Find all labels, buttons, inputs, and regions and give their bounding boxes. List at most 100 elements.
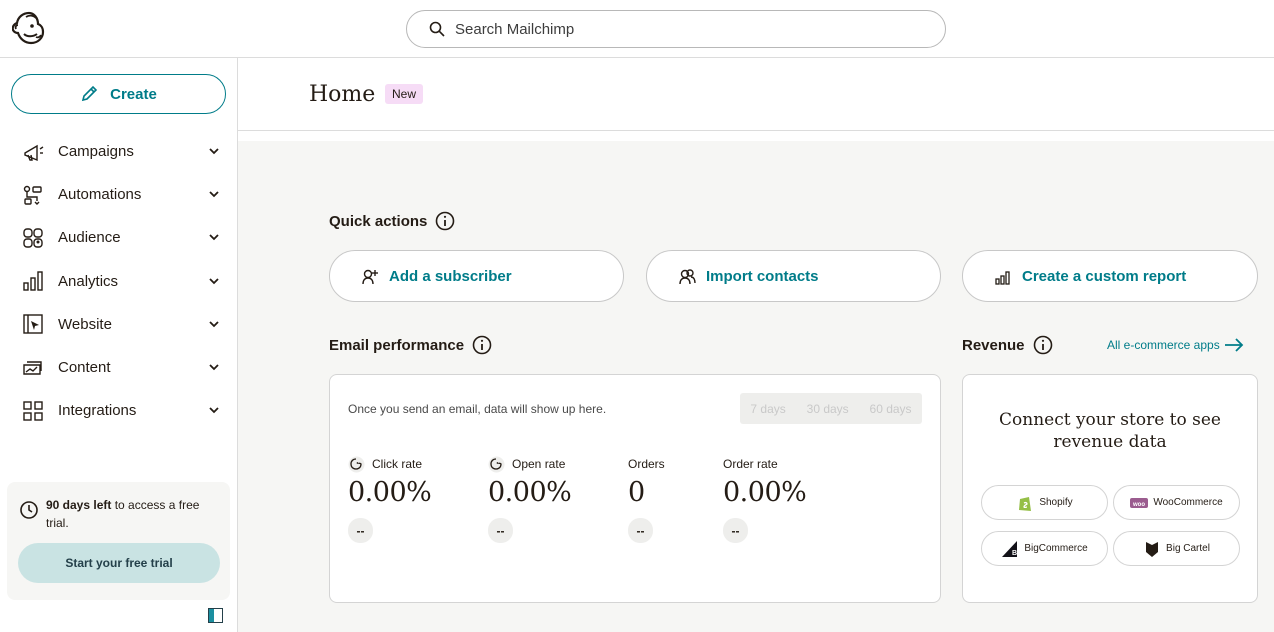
import-contacts-button[interactable]: Import contacts bbox=[646, 250, 941, 302]
sidebar-item-label: Content bbox=[58, 359, 111, 377]
search-icon bbox=[429, 21, 445, 37]
header-spacer bbox=[238, 132, 1274, 141]
chevron-down-icon[interactable] bbox=[208, 145, 220, 157]
add-subscriber-button[interactable]: Add a subscriber bbox=[329, 250, 624, 302]
trial-message: 90 days left to access a free trial. bbox=[46, 496, 221, 532]
store-label: WooCommerce bbox=[1153, 497, 1223, 508]
sidebar-item-label: Analytics bbox=[58, 272, 119, 290]
mailchimp-mark-icon bbox=[348, 456, 365, 472]
metric-label: Click rate bbox=[372, 457, 423, 471]
all-ecommerce-apps-label: All e-commerce apps bbox=[1107, 338, 1220, 352]
sidebar-item-label: Integrations bbox=[58, 402, 137, 420]
metric-change: -- bbox=[628, 518, 653, 543]
add-person-icon bbox=[362, 269, 378, 284]
bigcommerce-button[interactable]: B BigCommerce bbox=[981, 531, 1108, 566]
metric-change: -- bbox=[348, 518, 373, 543]
sidebar-item-audience[interactable]: Audience bbox=[0, 216, 237, 259]
pencil-icon bbox=[82, 85, 98, 102]
collapse-sidebar-icon[interactable] bbox=[208, 608, 223, 623]
clock-icon bbox=[20, 501, 38, 519]
create-custom-report-label: Create a custom report bbox=[1022, 267, 1187, 285]
trial-days-left: 90 days left bbox=[46, 498, 112, 512]
create-label: Create bbox=[110, 85, 157, 103]
grid-icon bbox=[22, 400, 44, 422]
bar-chart-icon bbox=[22, 270, 44, 292]
woocommerce-icon: woo bbox=[1130, 497, 1149, 508]
metric-value: 0.00% bbox=[348, 477, 432, 508]
mailchimp-logo-icon[interactable] bbox=[11, 11, 46, 47]
woocommerce-button[interactable]: woo WooCommerce bbox=[1113, 485, 1240, 520]
chevron-down-icon[interactable] bbox=[208, 361, 220, 373]
store-label: BigCommerce bbox=[1024, 543, 1088, 554]
trial-panel: 90 days left to access a free trial. Sta… bbox=[7, 482, 230, 600]
metric-change: -- bbox=[723, 518, 748, 543]
orders-metric: Orders 0 -- bbox=[628, 455, 665, 543]
big-cartel-icon bbox=[1146, 541, 1159, 557]
top-bar: Search Mailchimp bbox=[0, 0, 1274, 58]
create-button[interactable]: Create bbox=[11, 74, 226, 114]
sidebar-item-label: Audience bbox=[58, 229, 121, 247]
revenue-title: Revenue bbox=[962, 336, 1025, 354]
metric-value: 0.00% bbox=[723, 477, 807, 508]
range-60-days: 60 days bbox=[869, 401, 912, 416]
big-cartel-button[interactable]: Big Cartel bbox=[1113, 531, 1240, 566]
page-title: Home bbox=[309, 82, 376, 107]
click-rate-metric: Click rate 0.00% -- bbox=[348, 455, 432, 543]
arrow-right-icon bbox=[1224, 338, 1243, 352]
search-input[interactable]: Search Mailchimp bbox=[406, 10, 946, 48]
info-icon[interactable] bbox=[435, 211, 455, 231]
add-subscriber-label: Add a subscriber bbox=[389, 267, 512, 285]
connect-store-title: Connect your store to see revenue data bbox=[999, 410, 1221, 452]
page-header: Home New bbox=[238, 58, 1274, 131]
chevron-down-icon[interactable] bbox=[208, 275, 220, 287]
email-performance-card: Once you send an email, data will show u… bbox=[329, 374, 941, 603]
store-label: Big Cartel bbox=[1166, 543, 1210, 554]
date-range-selector: 7 days 30 days 60 days bbox=[740, 393, 922, 424]
metric-label: Order rate bbox=[723, 457, 778, 471]
quick-actions-heading: Quick actions bbox=[329, 211, 455, 231]
info-icon[interactable] bbox=[1033, 335, 1053, 355]
sidebar-item-campaigns[interactable]: Campaigns bbox=[0, 130, 237, 173]
audience-icon bbox=[22, 227, 44, 249]
metric-label: Orders bbox=[628, 457, 665, 471]
content-stack-icon bbox=[22, 357, 44, 379]
metric-label: Open rate bbox=[512, 457, 566, 471]
sidebar: Create Campaigns Automations Audience An… bbox=[0, 58, 238, 632]
chevron-down-icon[interactable] bbox=[208, 188, 220, 200]
sidebar-item-label: Campaigns bbox=[58, 143, 134, 161]
email-performance-heading: Email performance bbox=[329, 335, 492, 355]
info-icon[interactable] bbox=[472, 335, 492, 355]
automation-flow-icon bbox=[22, 184, 44, 206]
start-free-trial-button[interactable]: Start your free trial bbox=[18, 543, 220, 583]
sidebar-item-analytics[interactable]: Analytics bbox=[0, 260, 237, 303]
email-performance-message: Once you send an email, data will show u… bbox=[348, 402, 607, 416]
all-ecommerce-apps-link[interactable]: All e-commerce apps bbox=[1107, 338, 1244, 352]
shopify-button[interactable]: Shopify bbox=[981, 485, 1108, 520]
create-custom-report-button[interactable]: Create a custom report bbox=[962, 250, 1258, 302]
chevron-down-icon[interactable] bbox=[208, 231, 220, 243]
sidebar-nav: Campaigns Automations Audience Analytics… bbox=[0, 130, 237, 432]
svg-text:woo: woo bbox=[1132, 502, 1145, 508]
open-rate-metric: Open rate 0.00% -- bbox=[488, 455, 572, 543]
revenue-card: Connect your store to see revenue data S… bbox=[962, 374, 1258, 603]
mailchimp-mark-icon bbox=[488, 456, 505, 472]
search-placeholder: Search Mailchimp bbox=[455, 20, 575, 38]
new-badge: New bbox=[385, 84, 424, 104]
revenue-heading: Revenue bbox=[962, 335, 1053, 355]
chevron-down-icon[interactable] bbox=[208, 404, 220, 416]
import-contacts-label: Import contacts bbox=[706, 267, 819, 285]
sidebar-item-website[interactable]: Website bbox=[0, 303, 237, 346]
store-label: Shopify bbox=[1039, 497, 1073, 508]
metric-change: -- bbox=[488, 518, 513, 543]
sidebar-item-content[interactable]: Content bbox=[0, 346, 237, 389]
chevron-down-icon[interactable] bbox=[208, 318, 220, 330]
sidebar-item-label: Website bbox=[58, 315, 112, 333]
contacts-icon bbox=[679, 268, 696, 284]
sidebar-item-automations[interactable]: Automations bbox=[0, 173, 237, 216]
sidebar-item-label: Automations bbox=[58, 186, 142, 204]
bigcommerce-icon: B bbox=[1002, 540, 1017, 557]
website-cursor-icon bbox=[22, 313, 44, 335]
order-rate-metric: Order rate 0.00% -- bbox=[723, 455, 807, 543]
megaphone-icon bbox=[22, 141, 44, 163]
sidebar-item-integrations[interactable]: Integrations bbox=[0, 389, 237, 432]
